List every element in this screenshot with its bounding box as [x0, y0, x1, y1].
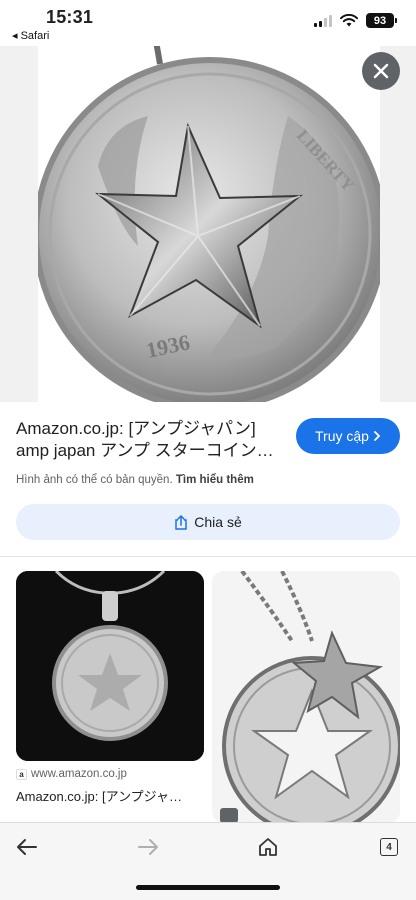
- learn-more-link[interactable]: Tìm hiểu thêm: [176, 474, 254, 486]
- amazon-favicon-icon: a: [16, 768, 27, 780]
- arrow-left-icon: [17, 839, 37, 855]
- status-time: 15:31: [46, 7, 94, 27]
- back-button[interactable]: [12, 835, 42, 859]
- copyright-notice: Hình ảnh có thể có bản quyền. Tìm hiểu t…: [16, 474, 254, 486]
- tabs-count-icon: 4: [380, 838, 398, 856]
- hero-image-area: LIBERTY 1936: [0, 46, 416, 402]
- arrow-right-icon: [138, 839, 158, 855]
- result-title[interactable]: Amazon.co.jp: [アンプジャパン] amp japan アンプ スタ…: [16, 418, 286, 462]
- visit-button[interactable]: Truy cập: [296, 418, 400, 454]
- tabs-button[interactable]: 4: [374, 835, 404, 859]
- close-icon: [373, 63, 389, 79]
- home-icon: [259, 838, 277, 856]
- cellular-signal-icon: [314, 14, 332, 27]
- tag-icon: [220, 808, 238, 823]
- share-label: Chia sẻ: [194, 514, 242, 530]
- battery-icon: 93: [366, 13, 397, 28]
- wifi-icon: [340, 14, 358, 27]
- result-domain: www.amazon.co.jp: [31, 768, 127, 780]
- close-button[interactable]: [362, 52, 400, 90]
- copyright-text: Hình ảnh có thể có bản quyền.: [16, 474, 173, 486]
- result-card-title[interactable]: Amazon.co.jp: [アンプジャ…: [16, 786, 204, 805]
- share-button[interactable]: Chia sẻ: [16, 504, 400, 540]
- home-button[interactable]: [253, 835, 283, 859]
- related-image-pendant[interactable]: [16, 571, 204, 761]
- visit-label: Truy cập: [315, 428, 369, 444]
- share-icon: [175, 514, 188, 530]
- result-info: Amazon.co.jp: [アンプジャパン] amp japan アンプ スタ…: [16, 418, 286, 462]
- related-image-quarter-dollar[interactable]: [212, 571, 400, 823]
- status-indicators: 93: [314, 13, 397, 28]
- home-indicator[interactable]: [136, 885, 280, 890]
- result-source: a www.amazon.co.jp: [16, 768, 127, 780]
- coin-star-pendant-image[interactable]: LIBERTY 1936: [33, 46, 387, 402]
- status-bar: 15:31 ◂ Safari 93: [0, 0, 416, 46]
- chevron-right-icon: [374, 431, 381, 441]
- back-to-safari-link[interactable]: ◂ Safari: [12, 29, 49, 42]
- forward-button[interactable]: [133, 835, 163, 859]
- section-divider: [0, 556, 416, 557]
